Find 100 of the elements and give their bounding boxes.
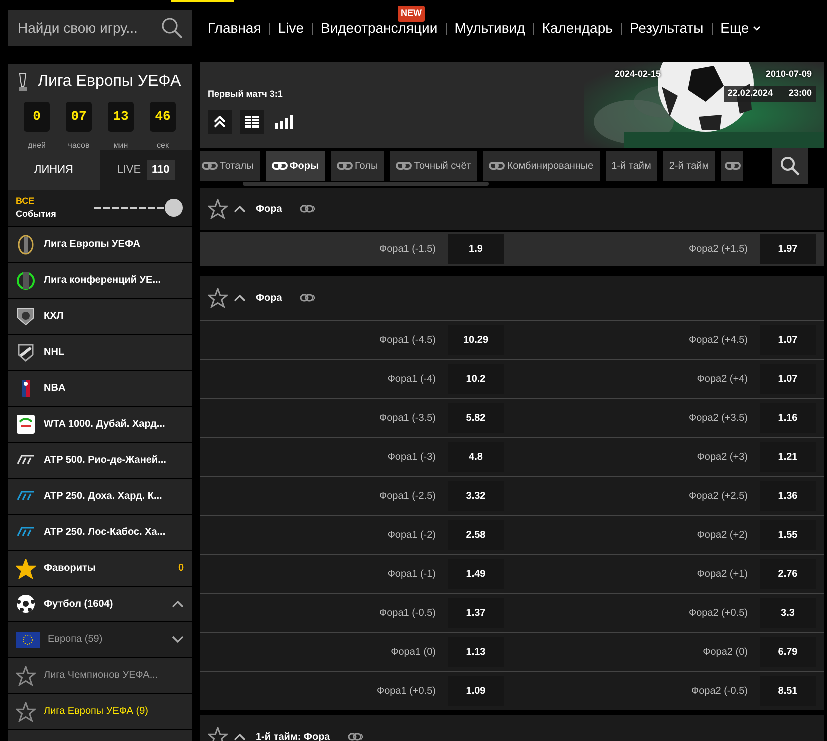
- star-icon[interactable]: [208, 288, 228, 308]
- odds-button[interactable]: 1.55: [760, 520, 816, 550]
- sidebar-item[interactable]: Европа (59): [8, 621, 192, 657]
- odds-button[interactable]: 1.36: [760, 481, 816, 511]
- market-tab[interactable]: Голы: [331, 151, 384, 181]
- bar-chart-icon: [275, 114, 293, 128]
- odds-button[interactable]: 3.32: [448, 481, 504, 511]
- more-menu[interactable]: Еще: [720, 18, 762, 39]
- outcome-label: Фора1 (0): [391, 646, 436, 660]
- outcome-label: Фора2 (+1.5): [688, 242, 748, 256]
- outcome-label: Фора2 (+2.5): [688, 490, 748, 504]
- nav-link[interactable]: Результаты: [630, 20, 704, 36]
- odds-button[interactable]: 1.97: [760, 234, 816, 264]
- market-tab[interactable]: Тоталы: [200, 151, 260, 181]
- search-button[interactable]: [772, 148, 808, 184]
- match-note: Первый матч 3:1: [208, 88, 284, 101]
- search-icon: [780, 156, 800, 176]
- chevron-up-icon[interactable]: [234, 733, 246, 741]
- odds-button[interactable]: 1.16: [760, 403, 816, 433]
- nav-link[interactable]: Мультивид: [454, 20, 526, 36]
- nav-link[interactable]: Live: [278, 20, 304, 36]
- odds-button[interactable]: 1.09: [448, 676, 504, 706]
- odds-button[interactable]: 1.07: [760, 325, 816, 355]
- count-badge: 110: [147, 160, 175, 180]
- odds-button[interactable]: 1.13: [448, 637, 504, 667]
- item-label: NBA: [44, 382, 67, 396]
- odds-button[interactable]: 5.82: [448, 403, 504, 433]
- scrollbar-thumb[interactable]: [243, 182, 489, 186]
- timer-unit: часов: [68, 140, 90, 152]
- timer-digits: 0: [24, 102, 50, 132]
- chevron-up-icon[interactable]: [234, 205, 246, 213]
- star-icon: [16, 666, 36, 686]
- trophy-icon: [16, 270, 36, 291]
- search-field[interactable]: Найди свою игру...: [8, 10, 152, 46]
- item-label: ATP 250. Доха. Хард. К...: [44, 490, 164, 504]
- sidebar-tab[interactable]: ЛИНИЯ: [8, 150, 100, 190]
- timer-unit: дней: [28, 140, 46, 152]
- outcome-label: Фора1 (-3.5): [379, 412, 436, 426]
- outcome-label: Фора2 (+3): [697, 450, 748, 464]
- star-icon[interactable]: [208, 199, 228, 219]
- sidebar-item[interactable]: КХЛ: [8, 298, 192, 334]
- sidebar-item[interactable]: Лига Европы УЕФА (9): [8, 693, 192, 729]
- outcome-label: Фора1 (-3): [388, 450, 436, 464]
- sidebar-tab[interactable]: LIVE 110: [100, 150, 192, 190]
- odds-button[interactable]: 6.79: [760, 637, 816, 667]
- odds-button[interactable]: 1.21: [760, 442, 816, 472]
- sidebar-item[interactable]: Лига конференций УЕ...: [8, 262, 192, 298]
- nav-link[interactable]: Видеотрансляции: [320, 20, 438, 36]
- outcome-label: Фора2 (-0.5): [691, 684, 748, 698]
- odds-button[interactable]: 2.58: [448, 520, 504, 550]
- filter-label: События: [16, 208, 56, 221]
- odds-button[interactable]: 3.3: [760, 598, 816, 628]
- sidebar-item[interactable]: ATP 500. Рио-де-Жаней...: [8, 442, 192, 478]
- item-label: WTA 1000. Дубай. Хард...: [44, 418, 166, 432]
- sidebar-item[interactable]: Фавориты 0: [8, 550, 192, 586]
- odds-button[interactable]: 4.8: [448, 442, 504, 472]
- outcome-label: Фора1 (+0.5): [376, 684, 436, 698]
- item-label: NHL: [44, 346, 66, 360]
- sidebar-item[interactable]: Футбол (1604): [8, 586, 192, 621]
- odds-button[interactable]: 1.37: [448, 598, 504, 628]
- market-tab[interactable]: 2-й тайм: [663, 151, 716, 181]
- market-tab[interactable]: [721, 151, 744, 181]
- market-tab[interactable]: 1-й тайм: [606, 151, 658, 181]
- sidebar-item[interactable]: Лига Европы УЕФА: [8, 226, 192, 262]
- odds-button[interactable]: 1.07: [760, 364, 816, 394]
- odds-button[interactable]: 2.76: [760, 559, 816, 589]
- shield-icon: [16, 306, 36, 327]
- collapse-button[interactable]: [208, 110, 232, 134]
- item-label: Лига конференций УЕ...: [44, 274, 162, 288]
- item-label: Европа (59): [48, 633, 104, 647]
- item-label: Лига Европы УЕФА (9): [44, 705, 150, 719]
- odds-button[interactable]: 8.51: [760, 676, 816, 706]
- odds-button[interactable]: 1.9: [448, 234, 504, 264]
- sidebar-item[interactable]: Лига Чемпионов УЕФА...: [8, 657, 192, 693]
- shield-icon: [16, 342, 36, 363]
- filter-label: ВСЕ: [16, 194, 36, 208]
- sidebar-item[interactable]: NBA: [8, 370, 192, 406]
- star-icon[interactable]: [208, 727, 228, 741]
- table-icon: [245, 116, 259, 128]
- toggle-switch[interactable]: [94, 198, 184, 218]
- chevron-up-icon[interactable]: [234, 294, 246, 302]
- item-label: Лига Чемпионов УЕФА...: [44, 669, 160, 683]
- market-tab[interactable]: Комбинированные: [483, 151, 600, 181]
- star-icon: [16, 702, 36, 722]
- sidebar-item[interactable]: ATP 250. Лос-Кабос. Ха...: [8, 514, 192, 550]
- odds-button[interactable]: 1.49: [448, 559, 504, 589]
- outcome-label: Фора1 (-4): [388, 372, 436, 386]
- market-tab[interactable]: Форы: [266, 151, 326, 181]
- odds-button[interactable]: 10.2: [448, 364, 504, 394]
- nav-link[interactable]: Главная: [208, 20, 262, 36]
- sidebar-item[interactable]: NHL: [8, 334, 192, 370]
- search-button[interactable]: [152, 10, 192, 46]
- layout-button[interactable]: [240, 110, 264, 134]
- market-tab[interactable]: Точный счёт: [390, 151, 478, 181]
- odds-button[interactable]: 10.29: [448, 325, 504, 355]
- double-chevron-up-icon: [214, 116, 226, 128]
- sidebar-item[interactable]: WTA 1000. Дубай. Хард...: [8, 406, 192, 442]
- soccer-ball-icon: [16, 594, 36, 614]
- sidebar-item[interactable]: ATP 250. Доха. Хард. К...: [8, 478, 192, 514]
- nav-link[interactable]: Календарь: [542, 20, 613, 36]
